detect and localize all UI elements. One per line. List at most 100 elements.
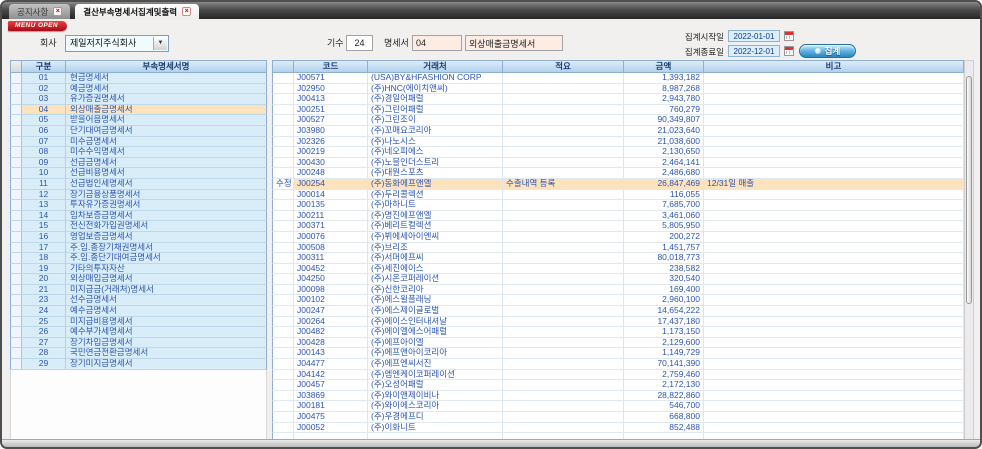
cell-gubun: 11 xyxy=(22,179,66,190)
left-table-row[interactable]: 14임차보증금명세서 xyxy=(10,211,267,222)
cell-memo xyxy=(503,264,624,275)
left-table-row[interactable]: 02예금명세서 xyxy=(10,84,267,95)
right-table-row[interactable]: 수정J00254(주)동화에프앤엘수출내역 등록26,847,46912/31일… xyxy=(272,179,964,190)
left-table-row[interactable]: 26예수부가세명세서 xyxy=(10,327,267,338)
right-table-row[interactable]: J00475(주)우경에프디668,800 xyxy=(272,412,964,423)
right-table-row[interactable]: J00102(주)에스윌플래닝2,960,100 xyxy=(272,295,964,306)
right-table-row[interactable]: J00143(주)에프앤아이코리아1,149,729 xyxy=(272,348,964,359)
left-table-row[interactable]: 28국민연금전환금명세서 xyxy=(10,348,267,359)
left-table-row[interactable]: 07미수금명세서 xyxy=(10,137,267,148)
right-table-row[interactable]: J00413(주)경일어패럴2,943,780 xyxy=(272,94,964,105)
left-table-body: 01현금명세서02예금명세서03유가증권명세서04외상매출금명세서05받을어음명… xyxy=(10,73,267,370)
period-label: 기수 xyxy=(327,35,344,51)
cell-note xyxy=(704,147,964,158)
left-table-row[interactable]: 18주.임.종단기대여금명세서 xyxy=(10,253,267,264)
right-table-row[interactable]: J00248(주)대원스포츠2,486,680 xyxy=(272,168,964,179)
cell-statement-name: 임차보증금명세서 xyxy=(66,211,267,222)
right-table-row[interactable]: J00508(주)브리조1,451,757 xyxy=(272,243,964,254)
cell-gubun: 13 xyxy=(22,200,66,211)
left-table-row[interactable]: 12장기금융상품명세서 xyxy=(10,190,267,201)
right-table-row[interactable]: J00571(USA)BY&HFASHION CORP1,393,182 xyxy=(272,73,964,84)
end-date-input[interactable] xyxy=(728,45,780,57)
right-table-row[interactable]: J00076(주)뷔에세아이엔씨200,272 xyxy=(272,232,964,243)
right-table-row[interactable]: J00428(주)에프아이엘2,129,600 xyxy=(272,338,964,349)
right-table-row[interactable]: J02950(주)HNC(에이치앤씨)8,987,268 xyxy=(272,84,964,95)
left-table-row[interactable]: 21미지급금(거래처)명세서 xyxy=(10,285,267,296)
tab-closing-statement-output[interactable]: 결산부속명세서집계및출력 × xyxy=(75,4,199,19)
right-table-row[interactable]: J00482(주)에이엘에스어패럴1,173,150 xyxy=(272,327,964,338)
left-table-row[interactable]: 15전신전화가입권명세서 xyxy=(10,221,267,232)
vertical-scrollbar[interactable] xyxy=(964,60,974,440)
left-table-row[interactable]: 25미지급비용명세서 xyxy=(10,317,267,328)
cell-statement-name: 선급금명세서 xyxy=(66,158,267,169)
calendar-icon[interactable] xyxy=(784,31,794,41)
left-table-row[interactable]: 05받을어음명세서 xyxy=(10,115,267,126)
statement-code-input[interactable] xyxy=(412,35,462,51)
tab-notice[interactable]: 공지사항 × xyxy=(9,4,70,19)
right-table-row[interactable]: J04142(주)엠엔케이코퍼레이션2,759,460 xyxy=(272,370,964,381)
left-table-row[interactable]: 09선급금명세서 xyxy=(10,158,267,169)
left-table-row[interactable]: 20외상매입금명세서 xyxy=(10,274,267,285)
right-table-row[interactable]: J00052(주)이화니트852,488 xyxy=(272,423,964,434)
left-table-row[interactable]: 13투자유가증권명세서 xyxy=(10,200,267,211)
left-table-row[interactable]: 16영업보증금명세서 xyxy=(10,232,267,243)
right-table-row[interactable]: J04250(주)시온코퍼레이션320,540 xyxy=(272,274,964,285)
cell-note xyxy=(704,338,964,349)
left-table-row[interactable]: 10선급비용명세서 xyxy=(10,168,267,179)
left-table-row[interactable]: 08미수수익명세서 xyxy=(10,147,267,158)
left-panel-empty-area xyxy=(10,370,267,440)
cell-memo xyxy=(503,190,624,201)
calendar-icon[interactable] xyxy=(784,46,794,56)
menu-open-badge[interactable]: MENU OPEN xyxy=(8,21,67,31)
right-table-row[interactable]: J00247(주)에스제이글로벌14,654,222 xyxy=(272,306,964,317)
left-table-row[interactable]: 11선급법인세명세서 xyxy=(10,179,267,190)
close-icon[interactable]: × xyxy=(53,7,62,16)
left-table-row[interactable]: 17주.임.종장기채권명세서 xyxy=(10,243,267,254)
left-table-row[interactable]: 29장기미지급명세서 xyxy=(10,359,267,370)
company-select[interactable]: 제일저지주식회사 ▼ xyxy=(65,35,169,52)
left-table-row[interactable]: 06단기대여금명세서 xyxy=(10,126,267,137)
period-input[interactable] xyxy=(346,35,373,51)
chevron-down-icon[interactable]: ▼ xyxy=(153,37,167,50)
left-table-row[interactable]: 04외상매출금명세서 xyxy=(10,105,267,116)
aggregate-button[interactable]: 집계 xyxy=(799,44,856,58)
right-table-row[interactable]: J00211(주)명진에프앤엘3,461,060 xyxy=(272,211,964,222)
right-table-row[interactable]: J00251(주)그린어패럴760,279 xyxy=(272,105,964,116)
right-table-row[interactable]: J00452(주)세진에이스238,582 xyxy=(272,264,964,275)
right-table-row[interactable]: J00371(주)베리트컬렉션5,805,950 xyxy=(272,221,964,232)
right-table-row[interactable]: J03869(주)와이앤제이비나28,822,860 xyxy=(272,391,964,402)
right-table-row[interactable]: J02326(주)나노시스21,038,600 xyxy=(272,137,964,148)
right-table-row[interactable]: J00264(주)에이스인터내셔날17,437,180 xyxy=(272,317,964,328)
right-table-row[interactable]: J04477(주)에프엔씨서진70,141,390 xyxy=(272,359,964,370)
right-table-row[interactable]: J03980(주)꼬매요코리아21,023,640 xyxy=(272,126,964,137)
scrollbar-thumb[interactable] xyxy=(966,76,972,304)
right-table-row[interactable]: J00014(주)두리콜렉션116,055 xyxy=(272,190,964,201)
row-selector-cell xyxy=(10,126,22,137)
left-table-row[interactable]: 24예수금명세서 xyxy=(10,306,267,317)
cell-vendor: (주)서머에프씨 xyxy=(368,253,503,264)
left-table-row[interactable]: 23선수금명세서 xyxy=(10,295,267,306)
row-selector-cell xyxy=(10,221,22,232)
right-table-row[interactable]: J00430(주)노블인더스트리2,464,141 xyxy=(272,158,964,169)
right-table-row[interactable]: J00219(주)네오피에스2,130,650 xyxy=(272,147,964,158)
left-table-row[interactable]: 19기타의투자자산 xyxy=(10,264,267,275)
right-table-row[interactable]: J00457(주)오성어패럴2,172,130 xyxy=(272,380,964,391)
left-table-row[interactable]: 03유가증권명세서 xyxy=(10,94,267,105)
cell-amount: 8,987,268 xyxy=(624,84,704,95)
cell-vendor: (주)베리트컬렉션 xyxy=(368,221,503,232)
statement-name-input[interactable] xyxy=(465,35,563,51)
left-table-row[interactable]: 27장기차입금명세서 xyxy=(10,338,267,349)
right-table-row[interactable]: J00181(주)와이에스코리아546,700 xyxy=(272,401,964,412)
cell-note xyxy=(704,126,964,137)
start-date-input[interactable] xyxy=(728,30,780,42)
right-table-row[interactable]: J00311(주)서머에프씨80,018,773 xyxy=(272,253,964,264)
table-header: 코드 거래처 적요 금액 비고 xyxy=(272,60,964,73)
right-table-row[interactable]: J00527(주)그린조이90,349,807 xyxy=(272,115,964,126)
cell-amount: 2,759,460 xyxy=(624,370,704,381)
close-icon[interactable]: × xyxy=(182,7,191,16)
cell-note xyxy=(704,158,964,169)
right-table-row[interactable]: J00135(주)마하니트7,685,700 xyxy=(272,200,964,211)
row-selector-cell xyxy=(10,327,22,338)
right-table-row[interactable]: J00098(주)신한코리아169,400 xyxy=(272,285,964,296)
left-table-row[interactable]: 01현금명세서 xyxy=(10,73,267,84)
